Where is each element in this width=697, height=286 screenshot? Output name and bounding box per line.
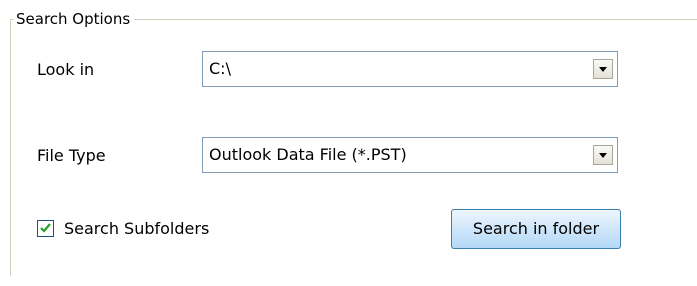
- look-in-combobox[interactable]: C:\: [202, 51, 618, 87]
- file-type-dropdown-button[interactable]: [593, 145, 613, 165]
- file-type-label: File Type: [37, 146, 106, 165]
- look-in-dropdown-button[interactable]: [593, 59, 613, 79]
- look-in-value: C:\: [209, 59, 231, 78]
- file-type-value: Outlook Data File (*.PST): [209, 145, 407, 164]
- chevron-down-icon: [599, 67, 607, 72]
- group-title: Search Options: [14, 9, 135, 29]
- search-subfolders-checkbox[interactable]: [37, 220, 54, 237]
- group-border-left: [10, 19, 11, 276]
- checkmark-icon: [40, 223, 51, 233]
- search-subfolders-label[interactable]: Search Subfolders: [64, 219, 209, 239]
- search-in-folder-button[interactable]: Search in folder: [451, 209, 621, 249]
- look-in-label: Look in: [37, 60, 95, 79]
- chevron-down-icon: [599, 153, 607, 158]
- file-type-combobox[interactable]: Outlook Data File (*.PST): [202, 137, 618, 173]
- search-options-panel: Search Options Look in C:\ File Type Out…: [0, 0, 697, 286]
